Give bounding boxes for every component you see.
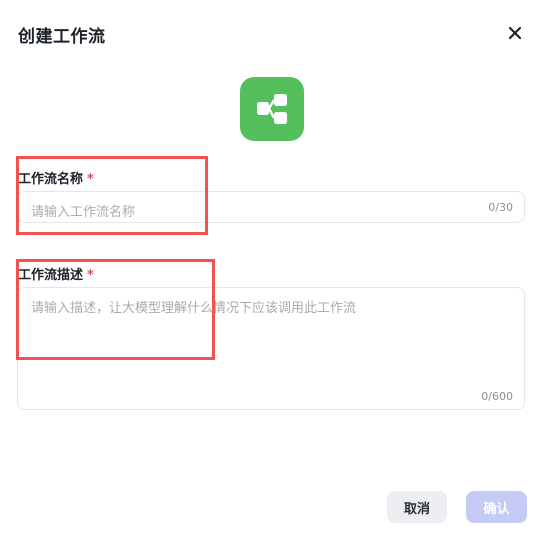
workflow-name-label-text: 工作流名称	[18, 172, 84, 187]
create-workflow-dialog: 创建工作流 工作流名称 * 请输入工作流名称 0/30 工作流描述 * 请输入描述，…	[0, 0, 548, 545]
workflow-name-placeholder: 请输入工作流名称	[31, 205, 136, 220]
workflow-name-label: 工作流名称 *	[18, 168, 94, 187]
confirm-button[interactable]: 确认	[466, 491, 527, 523]
close-button[interactable]	[504, 22, 526, 44]
cancel-button[interactable]: 取消	[387, 491, 447, 523]
workflow-description-label-text: 工作流描述	[18, 268, 84, 283]
workflow-description-textarea[interactable]: 请输入描述，让大模型理解什么情况下应该调用此工作流 0/600	[17, 287, 525, 410]
workflow-description-counter: 0/600	[481, 390, 513, 403]
required-mark: *	[87, 268, 94, 283]
close-icon[interactable]	[508, 26, 522, 40]
dialog-title: 创建工作流	[18, 27, 106, 47]
workflow-description-placeholder: 请输入描述，让大模型理解什么情况下应该调用此工作流	[31, 301, 357, 316]
workflow-name-counter: 0/30	[488, 201, 513, 214]
workflow-name-input[interactable]: 请输入工作流名称 0/30	[17, 191, 525, 223]
workflow-icon	[257, 94, 287, 124]
workflow-description-label: 工作流描述 *	[18, 264, 94, 283]
required-mark: *	[87, 172, 94, 187]
workflow-app-icon	[240, 77, 304, 141]
